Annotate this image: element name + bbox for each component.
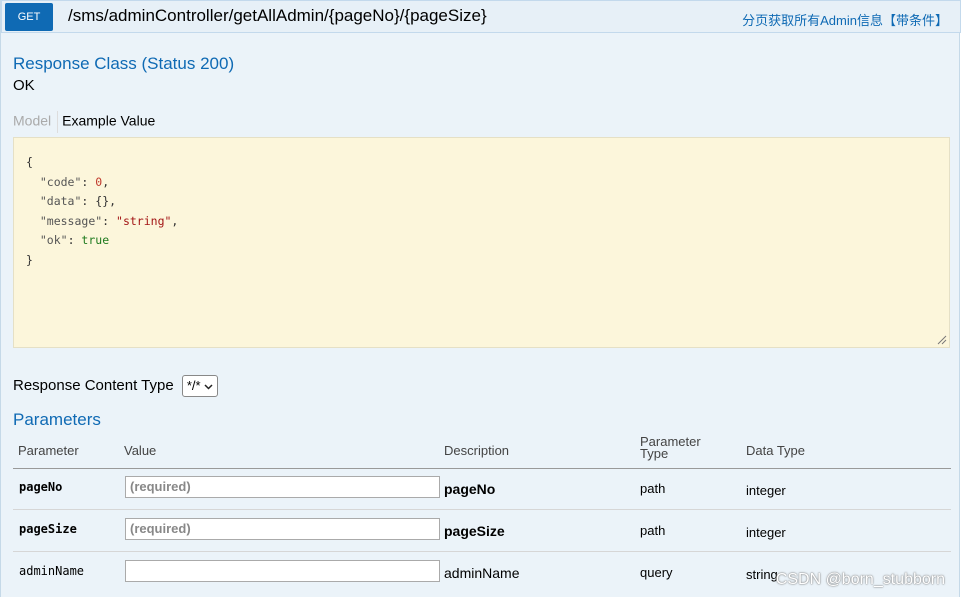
json-string: "string" xyxy=(116,213,172,228)
param-type: query xyxy=(640,565,673,580)
col-value: Value xyxy=(124,443,157,458)
json-object: {} xyxy=(95,194,110,209)
operation-header[interactable]: GET /sms/adminController/getAllAdmin/{pa… xyxy=(1,0,961,33)
content-type-label: Response Content Type xyxy=(13,376,174,394)
json-key: "code" xyxy=(39,174,82,189)
watermark: CSDN @born_stubborn xyxy=(775,571,945,588)
response-status-text: OK xyxy=(13,77,35,94)
col-parameter-type: Parameter Type xyxy=(640,435,701,461)
param-name: pageSize xyxy=(19,522,77,536)
tab-divider xyxy=(57,111,59,133)
param-input-adminName[interactable] xyxy=(125,560,440,582)
content-type-value: */* xyxy=(186,378,201,393)
json-line: "message": "string", xyxy=(39,213,179,228)
content-type-select[interactable]: */* xyxy=(181,375,219,397)
endpoint-summary[interactable]: 分页获取所有Admin信息【带条件】 xyxy=(742,10,948,29)
param-description: pageSize xyxy=(444,523,505,539)
col-description: Description xyxy=(444,443,510,458)
json-line: "ok": true xyxy=(39,233,110,248)
param-type: path xyxy=(640,481,666,496)
param-input-pageNo[interactable]: (required) xyxy=(125,476,440,498)
param-name: adminName xyxy=(19,564,85,578)
json-key: "message" xyxy=(39,213,103,228)
response-class-title: Response Class (Status 200) xyxy=(13,54,235,73)
table-row: pageSize (required) pageSize path intege… xyxy=(13,510,951,552)
json-line: } xyxy=(26,252,33,267)
param-description: adminName xyxy=(444,565,520,581)
table-row: pageNo (required) pageNo path integer xyxy=(13,468,951,510)
param-description: pageNo xyxy=(444,481,496,497)
parameters-table-header: Parameter Value Description Parameter Typ… xyxy=(13,435,951,469)
json-line: { xyxy=(26,155,33,169)
col-parameter: Parameter xyxy=(18,443,79,458)
json-number: 0 xyxy=(95,174,103,189)
param-data-type: integer xyxy=(746,483,786,498)
resize-grip-icon[interactable] xyxy=(935,333,947,345)
param-name: pageNo xyxy=(19,480,63,494)
json-key: "ok" xyxy=(39,233,68,248)
tab-model[interactable]: Model xyxy=(13,113,51,129)
response-content-type: Response Content Type */* xyxy=(13,375,219,397)
param-data-type: string xyxy=(746,567,778,582)
operation-panel: GET /sms/adminController/getAllAdmin/{pa… xyxy=(0,0,961,597)
col-parameter-type-line2: Type xyxy=(640,446,669,461)
http-method-badge: GET xyxy=(5,3,53,31)
json-line: "code": 0, xyxy=(39,174,110,189)
endpoint-path[interactable]: /sms/adminController/getAllAdmin/{pageNo… xyxy=(68,6,487,26)
json-boolean: true xyxy=(81,233,110,248)
col-data-type: Data Type xyxy=(746,443,806,458)
param-type: path xyxy=(640,523,666,538)
chevron-down-icon xyxy=(204,384,213,390)
param-data-type: integer xyxy=(746,525,786,540)
json-key: "data" xyxy=(39,194,82,209)
tab-example-value[interactable]: Example Value xyxy=(62,113,155,129)
json-line: "data": {}, xyxy=(39,194,117,209)
example-value-box[interactable]: { "code": 0, "data": {}, "message": "str… xyxy=(13,137,950,348)
param-input-pageSize[interactable]: (required) xyxy=(125,518,440,540)
parameters-title: Parameters xyxy=(13,410,101,429)
model-tabs: Model Example Value xyxy=(13,111,155,133)
